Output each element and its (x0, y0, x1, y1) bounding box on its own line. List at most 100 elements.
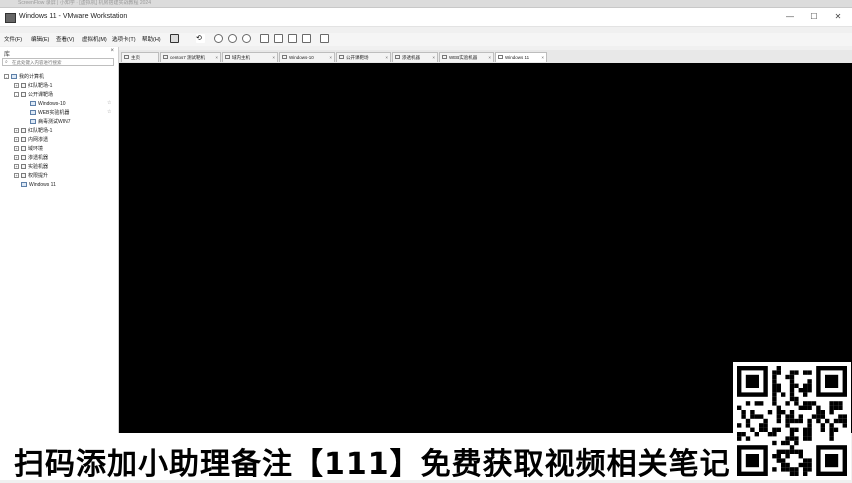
menu-tabs[interactable]: 选项卡(T) (112, 35, 136, 43)
qr-module (745, 423, 751, 428)
tree-folder[interactable]: - 公开课靶场 (14, 91, 53, 99)
tab-web-lab[interactable]: WEB实验机器 × (439, 52, 494, 62)
qr-module (750, 410, 755, 415)
close-icon[interactable]: × (541, 53, 544, 62)
tree-folder[interactable]: + 域环境 (14, 145, 43, 153)
qr-module (785, 401, 790, 406)
tree-folder[interactable]: + 渗透机器 (14, 154, 48, 162)
expand-icon[interactable]: + (14, 173, 19, 179)
console-view-icon[interactable] (288, 34, 297, 43)
expand-icon[interactable]: + (14, 164, 19, 170)
close-icon[interactable]: × (385, 53, 388, 62)
qr-module (759, 427, 764, 432)
menu-help[interactable]: 帮助(H) (142, 35, 161, 43)
qr-module (789, 414, 795, 419)
tree-item-my-computer[interactable]: - 我的计算机 (4, 73, 44, 81)
collapse-icon[interactable]: - (14, 92, 19, 98)
close-icon[interactable]: × (215, 53, 218, 62)
qr-module (781, 449, 786, 454)
menu-view[interactable]: 查看(V) (56, 35, 74, 43)
qr-module (794, 436, 799, 441)
tab-home[interactable]: 主页 (121, 52, 159, 62)
close-icon[interactable]: × (272, 53, 275, 62)
close-icon[interactable]: × (432, 53, 435, 62)
expand-icon[interactable]: + (14, 146, 19, 152)
qr-module (789, 418, 795, 424)
qr-module (776, 370, 781, 375)
tree-folder[interactable]: + 内网渗透 (14, 136, 48, 144)
tree-folder[interactable]: + 红队靶场-1 (14, 82, 52, 90)
unity-icon[interactable] (274, 34, 283, 43)
favorite-star-icon[interactable]: ☆ (107, 109, 111, 115)
qr-module (803, 467, 808, 472)
qr-module (807, 418, 812, 424)
menu-vm[interactable]: 虚拟机(M) (82, 35, 107, 43)
expand-icon[interactable]: + (14, 83, 19, 89)
tree-vm[interactable]: 病毒测试WIN7 (30, 118, 71, 126)
qr-module (816, 418, 821, 424)
library-close-button[interactable]: × (110, 48, 114, 54)
tab-centos7[interactable]: centos7 测试靶机 × (160, 52, 221, 62)
maximize-button[interactable]: ☐ (804, 11, 824, 23)
tab-windows-11[interactable]: Windows 11 × (495, 52, 547, 62)
qr-module (785, 449, 790, 454)
revert-snapshot-icon[interactable] (228, 34, 237, 43)
close-button[interactable]: ✕ (828, 11, 848, 23)
tree-folder[interactable]: + 红队靶场-1 (14, 127, 52, 135)
tree-vm[interactable]: Windows 11 (21, 181, 56, 189)
expand-icon[interactable]: + (14, 128, 19, 134)
tree-vm[interactable]: Windows-10 (30, 100, 66, 108)
minimize-button[interactable]: — (780, 11, 800, 23)
stretch-icon[interactable] (302, 34, 311, 43)
send-ctrl-alt-del-icon[interactable]: ⟲ (196, 34, 205, 43)
qr-module (842, 423, 847, 428)
qr-module (838, 418, 843, 424)
folder-icon (21, 146, 26, 152)
tab-windows-10[interactable]: Windows-10 × (279, 52, 335, 62)
qr-finder-mark (825, 454, 839, 468)
snapshot-icon[interactable] (214, 34, 223, 43)
vm-icon (395, 55, 400, 59)
qr-module (785, 436, 790, 441)
full-screen-icon[interactable] (260, 34, 269, 43)
collapse-icon[interactable]: - (4, 74, 9, 80)
qr-module (829, 410, 834, 415)
qr-module (794, 440, 799, 446)
qr-module (807, 405, 812, 410)
qr-module (789, 370, 795, 375)
manage-snapshots-icon[interactable] (242, 34, 251, 43)
close-icon[interactable]: × (329, 53, 332, 62)
vm-icon (163, 55, 168, 59)
close-icon[interactable]: × (488, 53, 491, 62)
qr-module (767, 410, 773, 415)
qr-module (811, 401, 817, 406)
menu-edit[interactable]: 编辑(E) (31, 35, 49, 43)
expand-icon[interactable]: + (14, 155, 19, 161)
qr-module (803, 383, 808, 388)
tree-folder[interactable]: + 权限提升 (14, 172, 48, 180)
qr-module (776, 418, 781, 424)
qr-module (829, 405, 834, 410)
tab-domain-host[interactable]: 域内主机 × (222, 52, 278, 62)
qr-module (807, 458, 812, 463)
favorite-star-icon[interactable]: ☆ (107, 100, 111, 106)
view-switch-icon[interactable] (320, 34, 329, 43)
tree-vm[interactable]: WEB实验机器 (30, 109, 69, 117)
menu-file[interactable]: 文件(F) (4, 35, 22, 43)
qr-module (807, 401, 812, 406)
qr-module (803, 427, 808, 432)
qr-module (772, 467, 777, 472)
tab-public-range[interactable]: 公开课靶场 × (336, 52, 391, 62)
tree-folder[interactable]: + 实验机器 (14, 163, 48, 171)
qr-module (789, 383, 795, 388)
tab-pentest-machine[interactable]: 渗透机器 × (392, 52, 438, 62)
qr-module (776, 427, 781, 432)
qr-module (789, 427, 795, 432)
vm-icon (30, 110, 36, 116)
qr-module (745, 436, 751, 441)
library-search-input[interactable] (12, 59, 110, 65)
library-search[interactable]: ⌕ (2, 58, 114, 66)
expand-icon[interactable]: + (14, 137, 19, 143)
pause-icon[interactable] (170, 34, 179, 43)
qr-module (781, 467, 786, 472)
